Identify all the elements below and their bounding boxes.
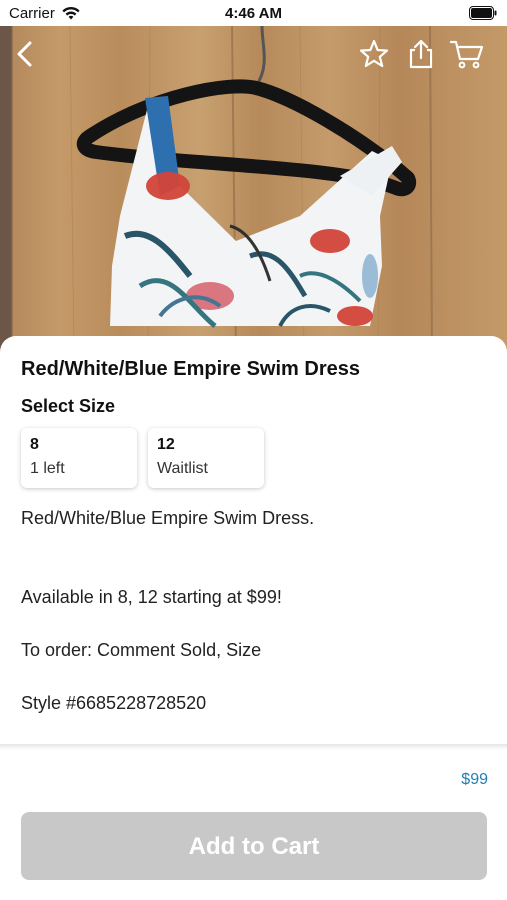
star-icon[interactable] [358,38,390,70]
description-line: Available in 8, 12 starting at $99! [21,587,282,607]
cart-icon[interactable] [449,38,485,70]
share-icon[interactable] [405,38,437,70]
back-icon[interactable] [10,38,42,70]
description-line: Style #6685228728520 [21,693,207,713]
battery-icon [469,6,497,20]
clock: 4:46 AM [225,5,282,22]
product-title: Red/White/Blue Empire Swim Dress [21,358,360,380]
size-value: 8 [30,436,39,453]
size-option-8[interactable]: 8 1 left [21,428,137,488]
product-photo[interactable] [0,26,507,356]
status-bar: Carrier 4:46 AM [0,0,507,26]
divider [0,744,507,750]
product-image [11,26,433,356]
price-label: $99 [461,771,488,788]
select-size-heading: Select Size [21,396,116,416]
product-details-sheet: Red/White/Blue Empire Swim Dress Select … [0,336,507,900]
description-line: Red/White/Blue Empire Swim Dress. [21,508,315,528]
add-to-cart-button[interactable]: Add to Cart [21,812,487,880]
size-value: 12 [157,436,175,453]
size-availability: 1 left [30,460,65,477]
description-line: To order: Comment Sold, Size [21,640,262,660]
size-option-12[interactable]: 12 Waitlist [148,428,264,488]
size-availability: Waitlist [157,460,208,477]
